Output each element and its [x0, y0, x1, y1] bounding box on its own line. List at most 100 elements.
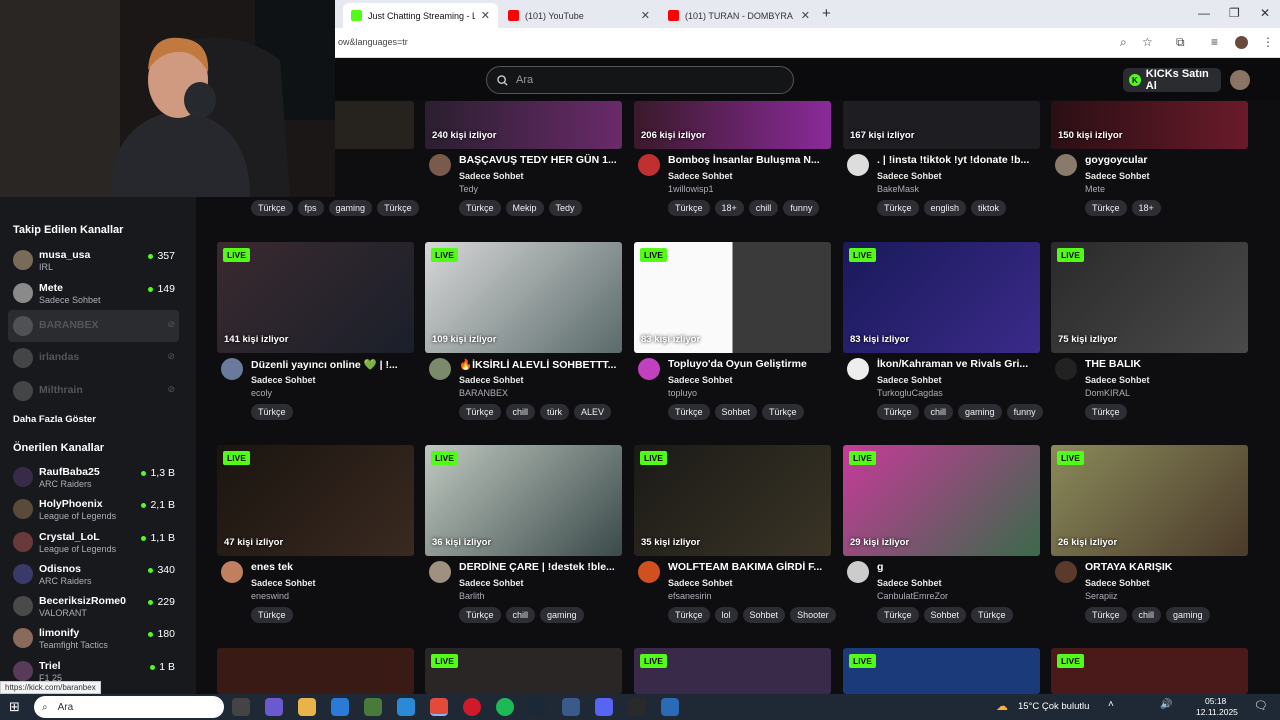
- obs-icon[interactable]: [628, 698, 646, 716]
- channel-name[interactable]: BakeMask: [877, 184, 919, 194]
- stream-title[interactable]: 🔥İKSİRLİ ALEVLİ SOHBETTT...: [459, 358, 619, 371]
- stream-category[interactable]: Sadece Sohbet: [877, 578, 942, 588]
- avatar[interactable]: [429, 358, 451, 380]
- channel-name[interactable]: 1willowisp1: [668, 184, 714, 194]
- extensions-icon[interactable]: ⧉: [1176, 35, 1185, 50]
- tag[interactable]: chill: [505, 404, 536, 420]
- avatar[interactable]: [1055, 358, 1077, 380]
- app-icon[interactable]: [661, 698, 679, 716]
- avatar[interactable]: [221, 358, 243, 380]
- tag[interactable]: Mekip: [505, 200, 544, 216]
- chrome-icon[interactable]: [430, 698, 448, 716]
- stream-thumbnail[interactable]: LIVE 75 kişi izliyor: [1051, 242, 1248, 353]
- tag[interactable]: english: [923, 200, 967, 216]
- tag[interactable]: tiktok: [971, 200, 1007, 216]
- stream-title[interactable]: enes tek: [251, 561, 411, 573]
- avatar[interactable]: [429, 561, 451, 583]
- avatar[interactable]: [847, 358, 869, 380]
- avatar[interactable]: [1055, 561, 1077, 583]
- stream-thumbnail[interactable]: LIVE 83 kişi izliyor: [634, 242, 831, 353]
- tag[interactable]: Sohbet: [742, 607, 786, 623]
- avatar[interactable]: [1055, 154, 1077, 176]
- stream-thumbnail[interactable]: 150 kişi izliyor: [1051, 101, 1248, 149]
- stream-thumbnail[interactable]: LIVE 29 kişi izliyor: [843, 445, 1040, 556]
- sidebar-item-baranbex[interactable]: BARANBEX ⊘: [8, 310, 179, 342]
- channel-name[interactable]: efsanesirin: [668, 591, 712, 601]
- sidebar-item-irlandas[interactable]: irlandas ⊘: [8, 342, 179, 374]
- stream-thumbnail[interactable]: LIVE: [425, 648, 622, 694]
- channel-name[interactable]: ecoly: [251, 388, 272, 398]
- tag[interactable]: Türkçe: [1085, 404, 1127, 420]
- tag[interactable]: Türkçe: [668, 404, 710, 420]
- tag[interactable]: chill: [748, 200, 779, 216]
- sidebar-item-recommended[interactable]: Crystal_LoL League of Legends 1,1 B: [8, 526, 179, 558]
- stream-thumbnail[interactable]: [217, 648, 414, 694]
- tag[interactable]: 18+: [714, 200, 744, 216]
- menu-kebab-icon[interactable]: ⋮: [1262, 35, 1274, 49]
- tag[interactable]: fps: [297, 200, 324, 216]
- stream-category[interactable]: Sadece Sohbet: [459, 375, 524, 385]
- user-avatar[interactable]: [1230, 70, 1250, 90]
- channel-name[interactable]: CanbulatEmreZor: [877, 591, 948, 601]
- opera-icon[interactable]: [463, 698, 481, 716]
- channel-name[interactable]: TurkogluCagdas: [877, 388, 943, 398]
- stream-title[interactable]: İkon/Kahraman ve Rivals Gri...: [877, 358, 1037, 370]
- stream-title[interactable]: DERDİNE ÇARE | !destek !ble...: [459, 561, 619, 573]
- close-tab-icon[interactable]: ✕: [481, 9, 490, 22]
- sidebar-item-musa-usa[interactable]: musa_usa IRL 357: [8, 244, 179, 276]
- stream-thumbnail[interactable]: LIVE: [634, 648, 831, 694]
- tag[interactable]: Türkçe: [377, 200, 419, 216]
- stream-thumbnail[interactable]: 206 kişi izliyor: [634, 101, 831, 149]
- channel-name[interactable]: DomKIRAL: [1085, 388, 1130, 398]
- tag[interactable]: Türkçe: [251, 200, 293, 216]
- stream-thumbnail[interactable]: LIVE 83 kişi izliyor: [843, 242, 1040, 353]
- sidebar-item-recommended[interactable]: HolyPhoenix League of Legends 2,1 B: [8, 493, 179, 525]
- restore-icon[interactable]: ❐: [1229, 6, 1240, 20]
- steam-icon[interactable]: [529, 698, 547, 716]
- tag[interactable]: Türkçe: [459, 607, 501, 623]
- tag[interactable]: Türkçe: [668, 200, 710, 216]
- sidebar-item-recommended[interactable]: BeceriksizRome0 VALORANT 229: [8, 590, 179, 622]
- taskbar-search[interactable]: ⌕ Ara: [34, 696, 224, 718]
- tag[interactable]: türk: [540, 404, 570, 420]
- sidebar-item-recommended[interactable]: limonify Teamfight Tactics 180: [8, 622, 179, 654]
- stream-category[interactable]: Sadece Sohbet: [459, 578, 524, 588]
- stream-category[interactable]: Sadece Sohbet: [251, 578, 316, 588]
- tag[interactable]: gaming: [328, 200, 373, 216]
- zoom-icon[interactable]: ⌕: [1120, 35, 1127, 50]
- close-tab-icon[interactable]: ✕: [801, 9, 810, 22]
- tag[interactable]: Sohbet: [923, 607, 967, 623]
- stream-category[interactable]: Sadece Sohbet: [1085, 578, 1150, 588]
- tag[interactable]: ALEV: [574, 404, 612, 420]
- close-window-icon[interactable]: ✕: [1260, 6, 1270, 20]
- channel-name[interactable]: eneswind: [251, 591, 289, 601]
- tag[interactable]: Shooter: [790, 607, 836, 623]
- stream-thumbnail[interactable]: LIVE 26 kişi izliyor: [1051, 445, 1248, 556]
- tag[interactable]: funny: [783, 200, 820, 216]
- buy-kicks-button[interactable]: K KICKs Satın Al: [1123, 68, 1221, 92]
- stream-title[interactable]: WOLFTEAM BAKIMA GİRDİ F...: [668, 561, 828, 573]
- tag[interactable]: funny: [1006, 404, 1043, 420]
- tag[interactable]: Türkçe: [668, 607, 710, 623]
- stream-thumbnail[interactable]: LIVE 141 kişi izliyor: [217, 242, 414, 353]
- avatar[interactable]: [429, 154, 451, 176]
- volume-icon[interactable]: 🔊: [1160, 699, 1172, 710]
- tag[interactable]: chill: [505, 607, 536, 623]
- tag[interactable]: Türkçe: [1085, 200, 1127, 216]
- tag[interactable]: gaming: [1166, 607, 1210, 623]
- stream-title[interactable]: g: [877, 561, 1037, 573]
- tag[interactable]: Türkçe: [1085, 607, 1127, 623]
- clock-date[interactable]: 12.11.2025: [1196, 707, 1238, 717]
- stream-thumbnail[interactable]: 167 kişi izliyor: [843, 101, 1040, 149]
- close-tab-icon[interactable]: ✕: [641, 9, 650, 22]
- stream-title[interactable]: Bomboş İnsanlar Buluşma N...: [668, 154, 828, 166]
- stream-title[interactable]: THE BALIK: [1085, 358, 1245, 370]
- avatar[interactable]: [638, 358, 660, 380]
- store-icon[interactable]: [364, 698, 382, 716]
- minimize-icon[interactable]: —: [1198, 6, 1210, 20]
- channel-name[interactable]: Serapiiz: [1085, 591, 1118, 601]
- tag[interactable]: gaming: [540, 607, 584, 623]
- stream-thumbnail[interactable]: LIVE 47 kişi izliyor: [217, 445, 414, 556]
- bookmark-star-icon[interactable]: ☆: [1142, 35, 1153, 49]
- windows-start-icon[interactable]: ⊞: [9, 699, 20, 715]
